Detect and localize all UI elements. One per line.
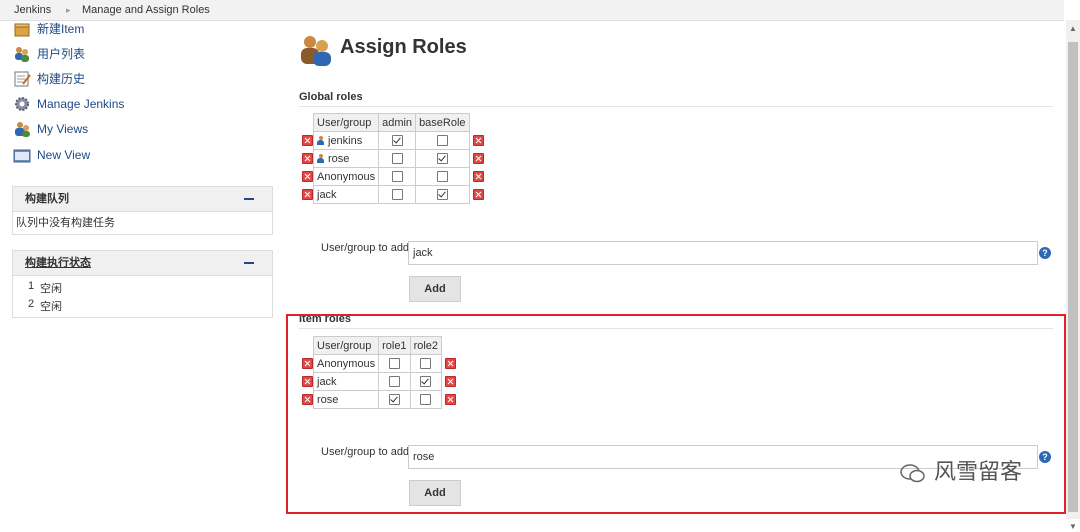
user-group-name: Anonymous [317,170,376,183]
scroll-down-icon[interactable]: ▼ [1068,522,1078,532]
user-group-cell: Anonymous [312,167,380,186]
global-roles-table: User/group admin baseRole jenkins rose Ano… [312,113,470,204]
role-checkbox[interactable] [391,189,403,201]
delete-row-icon[interactable] [302,189,313,200]
build-queue-empty: 队列中没有构建任务 [16,217,115,229]
role-cell [378,167,417,186]
scroll-up-icon[interactable]: ▲ [1068,24,1078,34]
delete-row-icon-right[interactable] [472,153,484,164]
executor-list: 1 空闲 2 空闲 [13,276,272,316]
global-add-label: User/group to add [321,242,410,254]
page-scrollbar[interactable]: ▲ ▼ [1066,20,1080,531]
delete-row-icon[interactable] [302,376,313,387]
user-icon [317,154,324,164]
global-user-group-input[interactable]: jack [408,241,1038,265]
breadcrumb-separator-icon: ▸ [66,5,71,15]
global-roles-title: Global roles [299,91,363,103]
user-group-name: jenkins [328,134,363,147]
build-queue-panel: 构建队列 队列中没有构建任务 [12,186,273,235]
user-group-cell: jack [312,185,380,204]
build-queue-header: 构建队列 [13,187,272,212]
folder-icon [13,146,31,164]
column-header: User/group [312,113,380,132]
role-checkbox[interactable] [436,171,448,183]
executor-status-title[interactable]: 构建执行状态 [25,257,91,269]
role-checkbox[interactable] [436,189,448,201]
table-header-row: User/group admin baseRole [312,113,470,132]
delete-row-icon-right[interactable] [472,135,484,146]
delete-row-icon[interactable] [302,135,313,146]
page-title: Assign Roles [340,36,467,58]
global-add-button[interactable]: Add [409,276,461,302]
delete-row-icon-right[interactable] [472,189,484,200]
user-group-name: rose [328,152,350,165]
role-cell [378,185,417,204]
role-checkbox[interactable] [391,153,403,165]
role-checkbox[interactable] [436,135,448,147]
build-queue-title: 构建队列 [25,193,69,205]
global-roles-divider [299,106,1053,107]
user-group-cell: rose [312,149,380,168]
notepad-icon [13,70,31,88]
role-cell [415,149,470,168]
role-cell [415,131,470,150]
delete-row-icon-right[interactable] [472,171,484,182]
scrollbar-thumb[interactable] [1068,42,1078,512]
user-group-name: jack [317,188,337,201]
role-checkbox[interactable] [391,135,403,147]
user-icon [13,120,31,138]
role-cell [415,185,470,204]
column-header: admin [378,113,417,132]
user-group-cell: jenkins [312,131,380,150]
collapse-icon[interactable] [244,198,254,200]
breadcrumb-bar: Jenkins ▸ Manage and Assign Roles [0,0,1064,21]
collapse-icon[interactable] [244,262,254,264]
table-row: rose [312,149,470,168]
executor-num: 1 [28,280,35,292]
executor-status-header: 构建执行状态 [13,251,272,276]
watermark-text: 风雪留客 [934,459,1023,484]
role-cell [378,131,417,150]
role-cell [378,149,417,168]
wechat-icon [900,463,926,483]
delete-row-icon[interactable] [302,358,313,369]
gear-icon [13,95,31,113]
breadcrumb-jenkins[interactable]: Jenkins [14,0,51,20]
delete-row-icon-right[interactable] [445,394,457,405]
role-checkbox[interactable] [436,153,448,165]
delete-row-icon[interactable] [302,171,313,182]
table-row: Anonymous [312,167,470,186]
assign-roles-icon [299,33,333,67]
column-header: baseRole [415,113,470,132]
executor-num: 2 [28,298,35,310]
role-checkbox[interactable] [391,171,403,183]
table-row: jenkins [312,131,470,150]
table-row: jack [312,185,470,204]
delete-row-icon-right[interactable] [445,376,457,387]
delete-row-icon-right[interactable] [445,358,457,369]
executor-status: 空闲 [40,301,62,313]
delete-row-icon[interactable] [302,153,313,164]
new-item-icon [13,20,31,38]
help-icon[interactable]: ? [1039,247,1051,259]
executor-status: 空闲 [40,283,62,295]
executor-status-panel: 构建执行状态 1 空闲 2 空闲 [12,250,273,318]
delete-row-icon[interactable] [302,394,313,405]
role-cell [415,167,470,186]
watermark: 风雪留客 [900,454,1022,486]
user-icon [317,136,324,146]
people-icon [13,45,31,63]
breadcrumb-current[interactable]: Manage and Assign Roles [82,0,210,20]
